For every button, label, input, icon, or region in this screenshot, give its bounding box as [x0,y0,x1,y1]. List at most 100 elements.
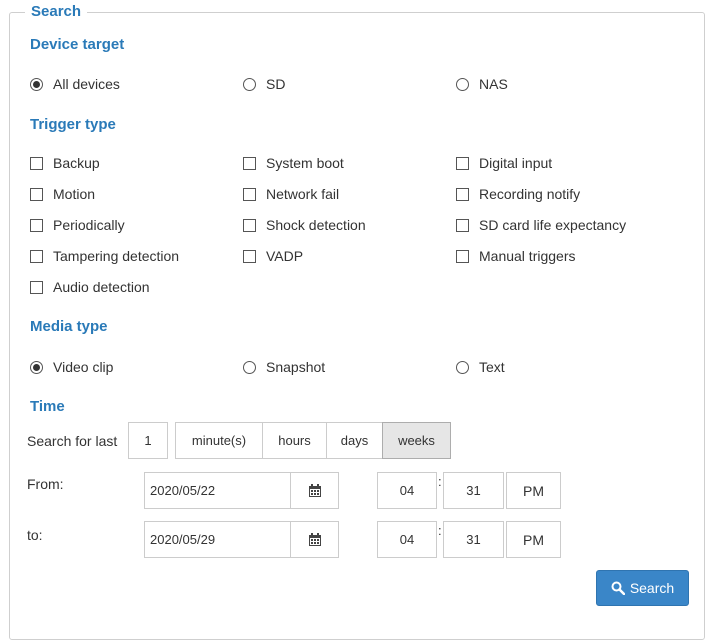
checkbox-manual-triggers[interactable]: Manual triggers [456,248,576,264]
checkbox-periodically[interactable]: Periodically [30,217,125,233]
checkbox-label: Tampering detection [53,248,180,264]
checkbox-system-boot[interactable]: System boot [243,155,344,171]
from-calendar-button[interactable] [290,472,339,509]
radio-text[interactable]: Text [456,359,505,375]
checkbox-box[interactable] [30,280,43,294]
to-minute-input[interactable]: 31 [443,521,504,558]
unit-label: weeks [398,433,435,448]
radio-circle[interactable] [243,360,256,374]
to-calendar-button[interactable] [290,521,339,558]
radio-label: Text [479,359,505,375]
trigger-type-title: Trigger type [30,116,116,133]
checkbox-box[interactable] [456,218,469,232]
search-fieldset [9,12,705,640]
checkbox-sd-card-life-expectancy[interactable]: SD card life expectancy [456,217,626,233]
from-time-separator: : [438,474,442,489]
to-ampm-text: PM [523,531,544,548]
checkbox-label: Shock detection [266,217,366,233]
to-label: to: [27,527,43,543]
radio-label: NAS [479,76,508,92]
from-ampm-text: PM [523,482,544,499]
radio-label: Snapshot [266,359,326,375]
radio-snapshot[interactable]: Snapshot [243,359,325,375]
checkbox-label: Motion [53,186,96,202]
checkbox-recording-notify[interactable]: Recording notify [456,186,580,202]
radio-label: Video clip [53,359,114,375]
checkbox-vadp[interactable]: VADP [243,248,303,264]
checkbox-digital-input[interactable]: Digital input [456,155,552,171]
calendar-icon [308,532,321,546]
search-legend: Search [25,3,88,20]
checkbox-backup[interactable]: Backup [30,155,100,171]
from-date-input[interactable]: 2020/05/22 [144,472,292,509]
unit-days-button[interactable]: days [326,422,383,459]
to-date-input[interactable]: 2020/05/29 [144,521,292,558]
search-button[interactable]: Search [596,570,689,606]
calendar-icon [308,483,321,497]
radio-all-devices[interactable]: All devices [30,76,120,92]
from-hour-text: 04 [399,483,415,498]
radio-circle[interactable] [243,77,256,91]
last-value-input[interactable]: 1 [128,422,168,459]
checkbox-tampering-detection[interactable]: Tampering detection [30,248,179,264]
from-ampm-button[interactable]: PM [506,472,561,509]
radio-sd[interactable]: SD [243,76,285,92]
radio-circle[interactable] [30,360,43,374]
search-for-last-label: Search for last [27,433,118,449]
checkbox-box[interactable] [243,156,256,170]
checkbox-label: Digital input [479,155,553,171]
to-date-text: 2020/05/29 [150,532,216,547]
unit-weeks-button[interactable]: weeks [382,422,451,459]
radio-circle[interactable] [456,77,469,91]
checkbox-label: Manual triggers [479,248,576,264]
from-hour-input[interactable]: 04 [377,472,437,509]
unit-label: days [340,433,369,448]
from-date-text: 2020/05/22 [150,483,216,498]
checkbox-box[interactable] [243,249,256,263]
checkbox-box[interactable] [30,249,43,263]
unit-minutes-button[interactable]: minute(s) [175,422,263,459]
checkbox-label: VADP [266,248,304,264]
radio-nas[interactable]: NAS [456,76,508,92]
search-button-label: Search [629,580,675,596]
checkbox-label: Audio detection [53,279,150,295]
checkbox-box[interactable] [30,187,43,201]
radio-label: All devices [53,76,120,92]
radio-label: SD [266,76,286,92]
search-icon [611,581,625,595]
to-time-separator: : [438,523,442,538]
checkbox-label: Backup [53,155,100,171]
time-title: Time [30,398,65,415]
checkbox-box[interactable] [243,187,256,201]
checkbox-box[interactable] [456,187,469,201]
checkbox-label: Periodically [53,217,125,233]
device-target-title: Device target [30,36,125,53]
last-value-text: 1 [144,433,152,448]
unit-hours-button[interactable]: hours [262,422,327,459]
checkbox-box[interactable] [30,156,43,170]
checkbox-network-fail[interactable]: Network fail [243,186,339,202]
checkbox-label: System boot [266,155,344,171]
to-hour-input[interactable]: 04 [377,521,437,558]
checkbox-box[interactable] [243,218,256,232]
checkbox-label: Recording notify [479,186,581,202]
from-minute-input[interactable]: 31 [443,472,504,509]
to-minute-text: 31 [466,532,481,547]
radio-circle[interactable] [456,360,469,374]
checkbox-shock-detection[interactable]: Shock detection [243,217,366,233]
unit-label: minute(s) [191,433,247,448]
from-minute-text: 31 [466,483,481,498]
checkbox-label: Network fail [266,186,340,202]
radio-video-clip[interactable]: Video clip [30,359,113,375]
radio-circle[interactable] [30,77,43,91]
media-type-title: Media type [30,318,108,335]
checkbox-audio-detection[interactable]: Audio detection [30,279,150,295]
checkbox-box[interactable] [456,156,469,170]
checkbox-box[interactable] [456,249,469,263]
from-label: From: [27,476,64,492]
checkbox-label: SD card life expectancy [479,217,627,233]
to-hour-text: 04 [399,532,415,547]
to-ampm-button[interactable]: PM [506,521,561,558]
checkbox-box[interactable] [30,218,43,232]
checkbox-motion[interactable]: Motion [30,186,95,202]
